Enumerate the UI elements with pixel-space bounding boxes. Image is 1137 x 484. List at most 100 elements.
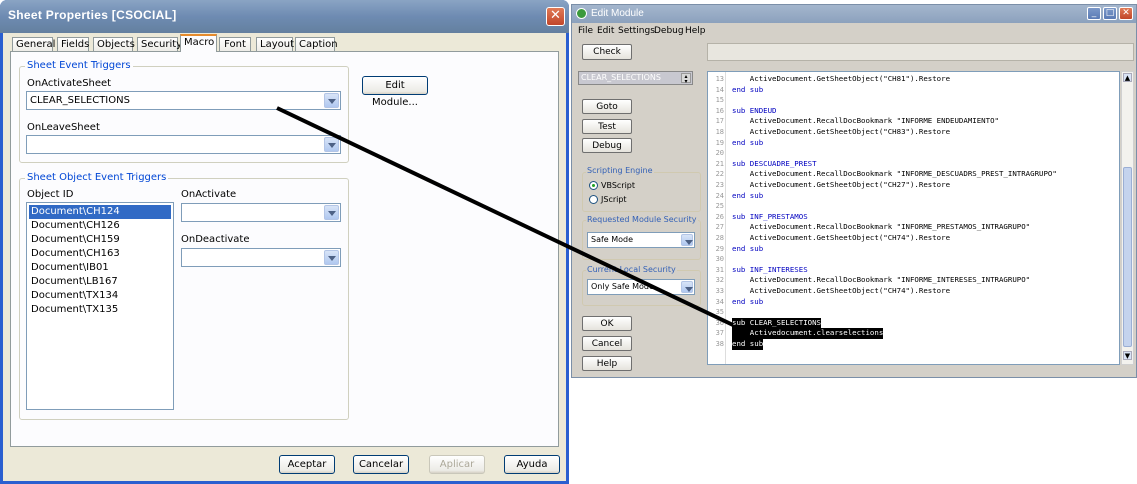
line-number: 21 [715,159,724,168]
close-icon[interactable]: ✕ [1119,7,1133,20]
line-number: 34 [715,297,724,306]
line-number: 16 [715,106,724,115]
debug-button[interactable]: Debug [582,138,632,153]
code-line: sub INF_PRESTAMOS [732,211,808,221]
menu-help[interactable]: Help [685,26,706,36]
list-item[interactable]: Document\CH124 [29,205,171,219]
menu-settings[interactable]: Settings [618,26,655,36]
on-activate-select[interactable] [181,203,341,222]
module-select[interactable]: CLEAR_SELECTIONS ▴ ▾ [578,71,693,85]
jscript-radio[interactable] [589,195,598,204]
maximize-icon[interactable]: □ [1103,7,1117,20]
tab-font[interactable]: Font [219,37,251,52]
on-activate-sheet-select[interactable]: CLEAR_SELECTIONS [26,91,341,110]
cancel-button[interactable]: Cancel [582,336,632,351]
ok-button[interactable]: OK [582,316,632,331]
edit-module-title-bar[interactable]: Edit Module _ □ ✕ [572,5,1136,23]
code-line: ActiveDocument.GetSheetObject("CH81").Re… [732,74,951,83]
list-item[interactable]: Document\IB01 [29,261,171,275]
line-number: 20 [715,149,724,158]
code-line: ActiveDocument.RecallDocBookmark "INFORM… [732,116,999,126]
code-line: end sub [732,84,764,94]
current-security-value: Only Safe Mode [591,282,654,291]
tab-general[interactable]: General [12,37,55,52]
current-security-select[interactable]: Only Safe Mode [587,279,695,295]
list-item[interactable]: Document\CH163 [29,247,171,261]
code-line: end sub [732,339,764,350]
list-item[interactable]: Document\TX134 [29,289,171,303]
apply-button[interactable]: Aplicar [429,455,485,474]
cancel-button[interactable]: Cancelar [353,455,409,474]
code-line: ActiveDocument.GetSheetObject("CH83").Re… [732,127,951,136]
tab-macro[interactable]: Macro [180,34,217,52]
line-number: 29 [715,244,724,253]
menu-edit[interactable]: Edit [597,26,614,36]
on-activate-sheet-label: OnActivateSheet [27,78,112,89]
code-line: sub CLEAR_SELECTIONS [732,317,821,329]
sheet-properties-dialog: Sheet Properties [CSOCIAL] ✕ General Fie… [0,0,569,484]
edit-module-button[interactable]: Edit Module... [362,76,428,108]
chevron-down-icon[interactable] [324,205,339,220]
chevron-down-icon[interactable] [324,93,339,108]
chevron-down-icon[interactable] [681,234,693,246]
radio-dot-icon [592,184,595,187]
dialog-title-bar[interactable]: Sheet Properties [CSOCIAL] ✕ [0,0,569,33]
requested-security-label: Requested Module Security [586,215,698,224]
check-button[interactable]: Check [582,44,632,60]
line-number: 35 [715,308,724,317]
code-line: end sub [732,243,764,253]
list-item[interactable]: Document\LB167 [29,275,171,289]
code-line: ActiveDocument.GetSheetObject("CH74").Re… [732,286,951,295]
menu-file[interactable]: File [578,26,593,36]
on-activate-sheet-value: CLEAR_SELECTIONS [30,95,130,106]
sheet-event-triggers-label: Sheet Event Triggers [25,60,133,71]
line-number: 27 [715,223,724,232]
edit-module-title: Edit Module [591,8,644,19]
tab-layout[interactable]: Layout [256,37,294,52]
code-line: end sub [732,190,764,200]
list-item[interactable]: Document\CH159 [29,233,171,247]
chevron-down-icon[interactable] [681,281,693,293]
goto-button[interactable]: Goto [582,99,632,114]
tab-caption[interactable]: Caption [295,37,338,52]
list-item[interactable]: Document\TX135 [29,303,171,317]
accept-button[interactable]: Aceptar [279,455,335,474]
test-button[interactable]: Test [582,119,632,134]
scroll-thumb[interactable] [1123,167,1132,347]
tab-objects[interactable]: Objects [93,37,135,52]
on-deactivate-label: OnDeactivate [181,234,250,245]
scroll-down-icon[interactable]: ▼ [1123,351,1132,360]
code-line: ActiveDocument.RecallDocBookmark "INFORM… [732,222,1031,232]
line-number: 24 [715,191,724,200]
minimize-icon[interactable]: _ [1087,7,1101,20]
on-leave-sheet-label: OnLeaveSheet [27,122,100,133]
on-deactivate-select[interactable] [181,248,341,267]
vertical-scrollbar[interactable]: ▲ ▼ [1121,71,1134,365]
code-editor[interactable]: 13 ActiveDocument.GetSheetObject("CH81")… [707,71,1120,365]
vbscript-radio[interactable] [589,181,598,190]
help-button[interactable]: Help [582,356,632,371]
line-number: 18 [715,128,724,136]
line-number: 37 [715,329,724,338]
on-activate-label: OnActivate [181,189,237,200]
spin-icon[interactable]: ▴ ▾ [681,73,691,85]
object-id-list[interactable]: Document\CH124 Document\CH126 Document\C… [26,202,174,410]
list-item[interactable]: Document\CH126 [29,219,171,233]
line-number: 36 [715,318,724,327]
tab-fields[interactable]: Fields [57,37,89,52]
message-field [707,43,1134,61]
chevron-down-icon[interactable] [324,250,339,265]
close-icon[interactable]: ✕ [546,7,565,26]
scroll-up-icon[interactable]: ▲ [1123,73,1132,82]
line-number: 14 [715,85,724,94]
chevron-down-icon[interactable] [324,137,339,152]
line-number: 23 [715,181,724,189]
help-button[interactable]: Ayuda [504,455,560,474]
code-line: ActiveDocument.RecallDocBookmark "INFORM… [732,275,1031,285]
code-line: sub ENDEUD [732,105,777,115]
code-line: sub INF_INTERESES [732,264,808,274]
on-leave-sheet-select[interactable] [26,135,341,154]
tab-security[interactable]: Security [137,37,182,52]
requested-security-select[interactable]: Safe Mode [587,232,695,248]
menu-debug[interactable]: Debug [654,26,684,36]
